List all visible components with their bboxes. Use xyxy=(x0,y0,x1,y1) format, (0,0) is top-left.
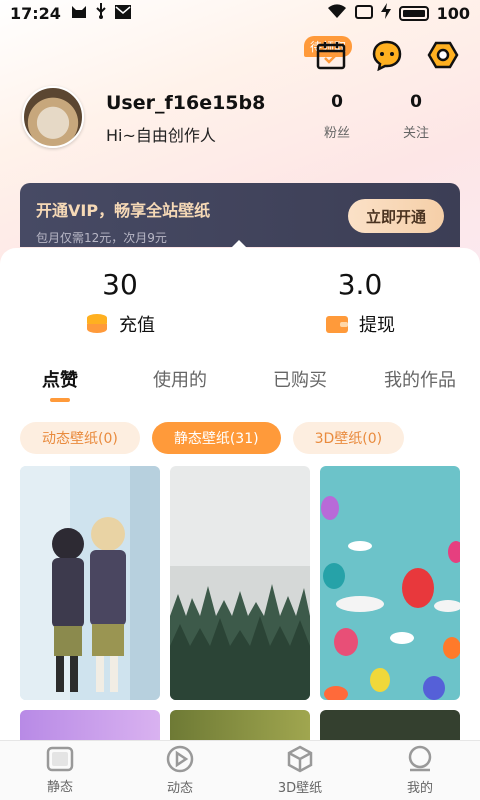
following-label: 关注 xyxy=(402,126,429,141)
nav-static-label: 静态 xyxy=(46,780,73,795)
fans-label: 粉丝 xyxy=(323,126,350,141)
nav-mine-label: 我的 xyxy=(406,781,433,796)
recharge-section[interactable]: 30 充值 xyxy=(0,268,240,337)
bottom-navigation: 静态 动态 3D壁纸 我的 xyxy=(0,740,480,800)
fans-stat[interactable]: 0 粉丝 xyxy=(312,92,362,141)
avatar[interactable] xyxy=(22,86,84,148)
image-icon xyxy=(46,746,74,772)
battery-level: 100 xyxy=(436,3,470,23)
mail-icon xyxy=(114,4,131,23)
screen-icon xyxy=(354,4,373,23)
wallpaper-thumbnail[interactable] xyxy=(20,466,160,700)
fans-count: 0 xyxy=(331,92,343,112)
wallet-icon xyxy=(326,316,348,333)
vip-subscribe-button[interactable]: 立即开通 xyxy=(348,199,444,233)
following-stat[interactable]: 0 关注 xyxy=(391,92,441,141)
wifi-icon xyxy=(327,3,347,23)
tab-used[interactable]: 使用的 xyxy=(120,366,240,406)
nav-3d[interactable]: 3D壁纸 xyxy=(240,741,360,800)
wallpaper-thumbnail[interactable] xyxy=(320,466,460,700)
filter-3d-wallpaper[interactable]: 3D壁纸(0) xyxy=(292,422,405,454)
filter-live-wallpaper[interactable]: 动态壁纸(0) xyxy=(20,422,140,454)
tab-my-works[interactable]: 我的作品 xyxy=(360,366,480,406)
coins-icon xyxy=(87,314,107,333)
filter-static-wallpaper[interactable]: 静态壁纸(31) xyxy=(151,422,281,454)
following-count: 0 xyxy=(410,92,422,112)
nav-live-label: 动态 xyxy=(166,781,193,796)
user-bio: Hi~自由创作人 xyxy=(106,126,216,145)
vip-banner[interactable]: 开通VIP，畅享全站壁纸 包月仅需12元，次月9元 立即开通 xyxy=(20,183,460,247)
wallpaper-thumbnail[interactable] xyxy=(170,466,310,700)
nav-static[interactable]: 静态 xyxy=(0,741,120,800)
nav-live[interactable]: 动态 xyxy=(120,741,240,800)
status-time: 17:24 xyxy=(10,3,61,23)
hexagon-settings-icon xyxy=(427,41,459,69)
username: User_f16e15b8 xyxy=(106,92,266,114)
status-bar: 17:24 100 xyxy=(0,0,480,26)
chat-bubble-icon xyxy=(372,40,402,71)
message-button[interactable] xyxy=(368,36,406,74)
cube-icon xyxy=(287,745,313,773)
nav-3d-label: 3D壁纸 xyxy=(277,781,323,796)
settings-button[interactable] xyxy=(424,36,462,74)
header-actions xyxy=(312,36,462,74)
tab-purchased[interactable]: 已购买 xyxy=(240,366,360,406)
card-pointer xyxy=(230,240,248,249)
battery-icon xyxy=(398,5,429,21)
nav-mine[interactable]: 我的 xyxy=(360,741,480,800)
tab-likes[interactable]: 点赞 xyxy=(0,366,120,406)
withdraw-section[interactable]: 3.0 提现 xyxy=(240,268,480,337)
calendar-check-icon xyxy=(316,42,346,70)
profile-section: User_f16e15b8 Hi~自由创作人 0 粉丝 0 关注 xyxy=(22,86,462,156)
user-icon xyxy=(408,745,432,772)
recharge-value: 30 xyxy=(102,268,138,301)
checkin-button[interactable] xyxy=(312,36,350,74)
wallpaper-filters: 动态壁纸(0) 静态壁纸(31) 3D壁纸(0) xyxy=(20,422,405,454)
usb-icon xyxy=(95,3,107,23)
withdraw-label: 提现 xyxy=(359,315,395,336)
withdraw-value: 3.0 xyxy=(337,268,383,301)
recharge-label: 充值 xyxy=(119,315,155,336)
charging-icon xyxy=(380,3,391,23)
cat-app-icon xyxy=(71,4,87,23)
play-icon xyxy=(166,745,194,773)
content-tabs: 点赞 使用的 已购买 我的作品 xyxy=(0,366,480,406)
